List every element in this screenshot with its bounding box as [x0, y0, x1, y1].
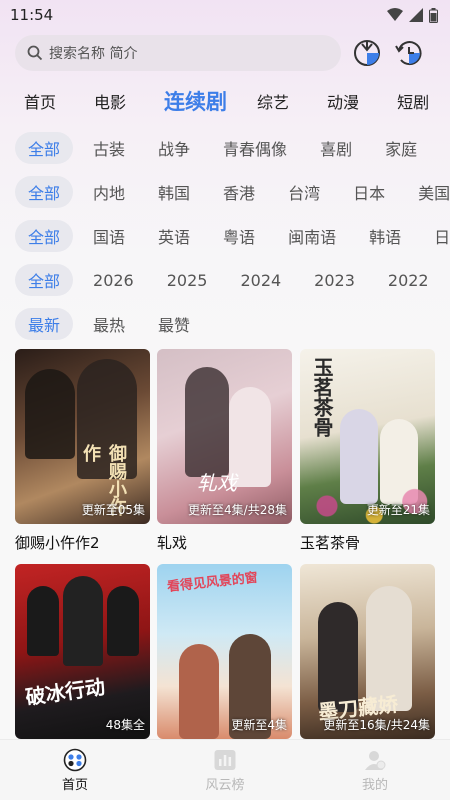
poster-image: 轧戏 更新至4集/共28集	[157, 349, 292, 524]
filter-chip[interactable]: 最新	[15, 308, 74, 340]
episode-badge: 更新至4集/共28集	[188, 503, 287, 517]
poster-title-art: 轧戏	[197, 471, 237, 495]
filter-chip[interactable]: 2022	[375, 267, 442, 294]
bottom-nav-home[interactable]: 首页	[25, 748, 125, 793]
drama-card[interactable]: 看得见风景的窗 更新至4集	[157, 564, 292, 739]
episode-badge: 更新至21集	[366, 503, 430, 517]
poster-image: 看得见风景的窗 更新至4集	[157, 564, 292, 739]
filter-sort: 最新 最热 最赞	[0, 302, 450, 346]
episode-badge: 更新至4集	[231, 718, 287, 732]
status-time: 11:54	[10, 6, 54, 24]
filter-region: 全部内地韩国香港台湾日本美国泰国	[0, 170, 450, 214]
filter-language: 全部国语英语粤语闽南语韩语日语	[0, 214, 450, 258]
filter-chip[interactable]: 粤语	[210, 220, 268, 252]
filter-chip[interactable]: 最赞	[145, 308, 203, 340]
filter-chip[interactable]: 英语	[145, 220, 203, 252]
filter-chip[interactable]: 韩国	[145, 176, 203, 208]
poster-image: 破冰行动 48集全	[15, 564, 150, 739]
filter-chip[interactable]: 日本	[340, 176, 398, 208]
bottom-nav-label: 首页	[61, 777, 88, 793]
filter-chip[interactable]: 全部	[15, 132, 74, 164]
filter-chip[interactable]: 韩语	[356, 220, 414, 252]
filter-chip[interactable]: 2024	[227, 267, 294, 294]
filter-year: 全部202620252024202320222021	[0, 258, 450, 302]
tab-1[interactable]: 电影	[94, 89, 126, 113]
history-button[interactable]	[393, 37, 425, 69]
filter-chip[interactable]: 内地	[80, 176, 138, 208]
filter-chip[interactable]: 战争	[145, 132, 203, 164]
filter-chip[interactable]: 2023	[301, 267, 368, 294]
poster-title-art: 看得见风景的窗	[166, 570, 259, 595]
download-icon	[354, 40, 380, 66]
drama-card[interactable]: 墨刀藏娇 更新至16集/共24集	[300, 564, 435, 739]
bottom-nav-label: 我的	[361, 777, 388, 793]
profile-icon	[365, 750, 386, 770]
tab-3[interactable]: 综艺	[257, 89, 289, 113]
tab-0[interactable]: 首页	[24, 89, 56, 113]
filter-chip[interactable]: 国语	[80, 220, 138, 252]
search-input[interactable]: 搜索名称 简介	[15, 35, 341, 71]
drama-card[interactable]: 轧戏 更新至4集/共28集 轧戏	[157, 349, 292, 553]
tab-4[interactable]: 动漫	[327, 89, 359, 113]
poster-image: 玉茗茶骨 更新至21集	[300, 349, 435, 524]
wifi-icon	[387, 8, 403, 21]
filter-chip[interactable]: 古装	[80, 132, 138, 164]
filter-chip[interactable]: 全部	[15, 220, 74, 252]
battery-icon	[429, 7, 438, 23]
header: 搜索名称 简介	[0, 30, 450, 76]
filter-chip[interactable]: 闽南语	[275, 220, 349, 252]
drama-title: 御赐小仵作2	[15, 534, 100, 552]
drama-card[interactable]: 御赐小仵作 更新至05集 御赐小仵作2	[15, 349, 150, 553]
filter-chip[interactable]: 2026	[80, 267, 147, 294]
bottom-nav-ranking[interactable]: 风云榜	[175, 748, 275, 793]
drama-title: 玉茗茶骨	[300, 534, 361, 552]
bottom-nav-profile[interactable]: 我的	[325, 748, 425, 793]
poster-image: 御赐小仵作 更新至05集	[15, 349, 150, 524]
filter-chip[interactable]: 香港	[210, 176, 268, 208]
download-button[interactable]	[351, 37, 383, 69]
home-icon	[63, 748, 87, 771]
filter-chip[interactable]: 全部	[15, 264, 74, 296]
drama-card[interactable]: 玉茗茶骨 更新至21集 玉茗茶骨	[300, 349, 435, 553]
status-bar: 11:54	[0, 0, 450, 30]
category-tabs: 首页 电影 连续剧 综艺 动漫 短剧	[0, 76, 450, 126]
drama-card[interactable]: 破冰行动 48集全	[15, 564, 150, 739]
episode-badge: 更新至16集/共24集	[323, 718, 430, 732]
filter-genre: 全部古装战争青春偶像喜剧家庭犯罪	[0, 126, 450, 170]
tab-2[interactable]: 连续剧	[164, 86, 227, 116]
tab-5[interactable]: 短剧	[397, 89, 429, 113]
filter-chip[interactable]: 青春偶像	[210, 132, 300, 164]
history-icon	[395, 41, 422, 66]
search-icon	[27, 45, 43, 61]
filter-chip[interactable]: 最热	[80, 308, 138, 340]
filter-chip[interactable]: 喜剧	[307, 132, 365, 164]
poster-title-art: 破冰行动	[23, 674, 107, 710]
poster-image: 墨刀藏娇 更新至16集/共24集	[300, 564, 435, 739]
signal-icon	[409, 8, 423, 22]
search-placeholder: 搜索名称 简介	[49, 46, 138, 62]
episode-badge: 更新至05集	[81, 503, 145, 517]
filter-chip[interactable]: 台湾	[275, 176, 333, 208]
filter-chip[interactable]: 全部	[15, 176, 74, 208]
filter-chip[interactable]: 美国	[405, 176, 450, 208]
drama-title: 轧戏	[157, 534, 188, 552]
filter-chip[interactable]: 家庭	[372, 132, 430, 164]
status-icons	[387, 7, 438, 23]
filter-chip[interactable]: 2025	[154, 267, 221, 294]
filter-chip[interactable]: 犯罪	[437, 132, 450, 164]
poster-title-art: 玉茗茶骨	[310, 357, 334, 437]
episode-badge: 48集全	[105, 718, 145, 732]
filter-chip[interactable]: 日语	[421, 220, 450, 252]
bottom-nav-label: 风云榜	[205, 777, 245, 793]
ranking-icon	[214, 749, 236, 770]
bottom-nav: 首页 风云榜 我的	[0, 739, 450, 800]
